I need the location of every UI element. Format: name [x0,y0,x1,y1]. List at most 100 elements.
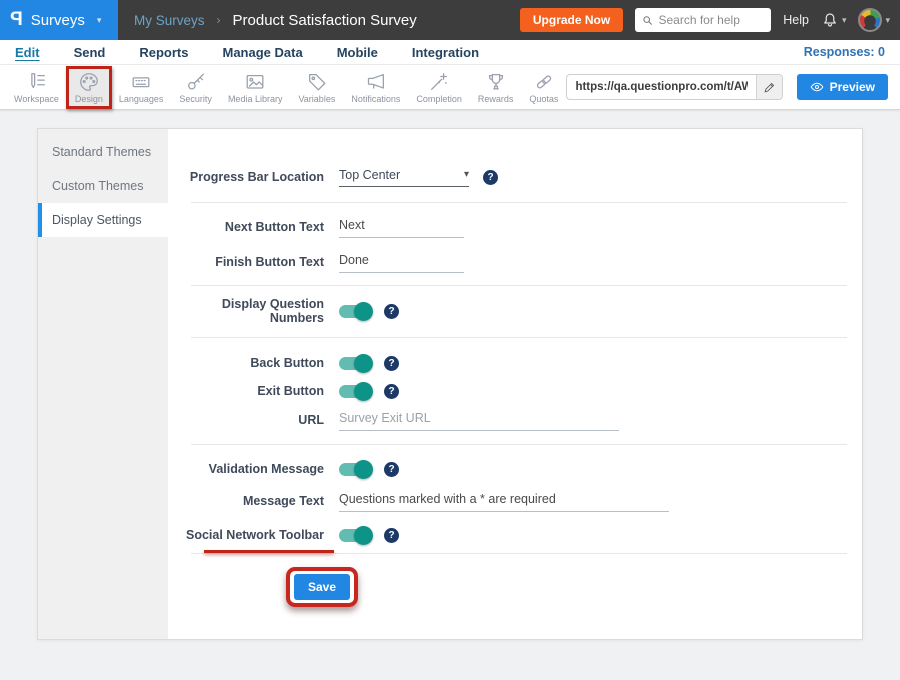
notifications-menu[interactable]: ▾ [821,11,847,29]
divider [191,337,847,338]
account-menu[interactable]: ▾ [858,8,890,32]
help-search [635,8,771,32]
nav-manage-data[interactable]: Manage Data [222,45,302,60]
divider [191,202,847,203]
sidebar-item-standard-themes[interactable]: Standard Themes [38,135,168,169]
search-icon [642,14,653,27]
design-palette-icon [78,71,100,93]
exit-url-label: URL [168,413,324,427]
toolbar-item-rewards[interactable]: Rewards [470,67,522,108]
annotation-save-highlight: Save [286,567,358,607]
product-switcher[interactable]: P Surveys ▾ [0,0,118,40]
search-input[interactable] [658,13,764,27]
finish-button-text-row: Finish Button Text [168,249,862,275]
progress-bar-location-label: Progress Bar Location [168,170,324,184]
next-button-text-input[interactable] [339,216,464,238]
back-button-label: Back Button [168,356,324,370]
social-network-toolbar-label: Social Network Toolbar [168,528,324,542]
nav-edit[interactable]: Edit [15,45,40,60]
exit-button-toggle[interactable] [339,385,371,398]
help-icon[interactable]: ? [384,528,399,543]
next-button-text-row: Next Button Text [168,214,862,240]
megaphone-icon [365,71,387,93]
divider [191,285,847,286]
sidebar-item-custom-themes[interactable]: Custom Themes [38,169,168,203]
validation-message-row: Validation Message ? [168,456,862,482]
exit-button-row: Exit Button ? [168,378,862,404]
trophy-icon [485,71,507,93]
save-row: Save [168,567,862,607]
pencil-icon [763,81,776,94]
validation-message-toggle[interactable] [339,463,371,476]
chevron-down-icon: ▾ [97,15,102,26]
social-network-toolbar-row: Social Network Toolbar ? [168,522,862,548]
edit-toolbar: Workspace Design Languages Security Medi… [0,65,900,110]
message-text-row: Message Text [168,488,862,514]
message-text-input[interactable] [339,490,669,512]
exit-button-label: Exit Button [168,384,324,398]
progress-bar-location-select[interactable]: Top Center ▾ [339,168,469,187]
survey-url-box [566,74,782,100]
toolbar-item-media-library[interactable]: Media Library [220,67,291,108]
nav-integration[interactable]: Integration [412,45,479,60]
chevron-down-icon: ▾ [885,15,890,26]
help-icon[interactable]: ? [384,462,399,477]
toolbar-item-design[interactable]: Design [67,67,111,108]
link-icon [533,71,555,93]
help-link[interactable]: Help [783,13,809,27]
divider [191,444,847,445]
exit-url-row: URL [168,407,862,433]
progress-bar-location-row: Progress Bar Location Top Center ▾ ? [168,162,862,192]
image-icon [244,71,266,93]
help-icon[interactable]: ? [384,384,399,399]
design-settings-card: Standard Themes Custom Themes Display Se… [37,128,863,640]
nav-send[interactable]: Send [74,45,106,60]
eye-icon [810,80,824,94]
finish-button-text-label: Finish Button Text [168,255,324,269]
toolbar-item-completion[interactable]: Completion [408,67,470,108]
sidebar-item-display-settings[interactable]: Display Settings [38,203,168,237]
toolbar-item-notifications[interactable]: Notifications [343,67,408,108]
breadcrumb: My Surveys › Product Satisfaction Survey [134,12,417,29]
back-button-row: Back Button ? [168,350,862,376]
topbar-right: Upgrade Now Help ▾ ▾ [520,8,900,32]
finish-button-text-input[interactable] [339,251,464,273]
nav-reports[interactable]: Reports [139,45,188,60]
save-button[interactable]: Save [294,574,350,600]
breadcrumb-my-surveys[interactable]: My Surveys [134,13,205,28]
survey-nav: Edit Send Reports Manage Data Mobile Int… [0,40,900,65]
preview-button[interactable]: Preview [797,74,888,100]
display-question-numbers-label: Display Question Numbers [168,297,324,325]
product-menu-label: Surveys [31,12,85,29]
annotation-social-toolbar-underline [204,550,334,553]
responses-count[interactable]: Responses: 0 [804,45,885,59]
toolbar-item-variables[interactable]: Variables [290,67,343,108]
questionpro-logo-icon: P [10,9,23,31]
avatar [858,8,882,32]
toolbar-item-languages[interactable]: Languages [111,67,172,108]
survey-url-input[interactable] [567,81,756,93]
breadcrumb-separator: › [217,13,221,27]
exit-url-input[interactable] [339,409,619,431]
help-icon[interactable]: ? [384,356,399,371]
keyboard-icon [130,71,152,93]
nav-mobile[interactable]: Mobile [337,45,378,60]
help-icon[interactable]: ? [384,304,399,319]
toolbar-item-workspace[interactable]: Workspace [6,67,67,108]
wand-icon [428,71,450,93]
help-icon[interactable]: ? [483,170,498,185]
message-text-label: Message Text [168,494,324,508]
edit-url-button[interactable] [756,74,781,100]
validation-message-label: Validation Message [168,462,324,476]
display-question-numbers-row: Display Question Numbers ? [168,297,862,325]
divider [191,553,847,554]
display-question-numbers-toggle[interactable] [339,305,371,318]
chevron-down-icon: ▾ [464,169,469,180]
social-network-toolbar-toggle[interactable] [339,529,371,542]
upgrade-now-button[interactable]: Upgrade Now [520,8,623,32]
toolbar-item-security[interactable]: Security [171,67,220,108]
back-button-toggle[interactable] [339,357,371,370]
chevron-down-icon: ▾ [842,15,847,26]
toolbar-item-quotas[interactable]: Quotas [521,67,566,108]
top-bar: P Surveys ▾ My Surveys › Product Satisfa… [0,0,900,40]
